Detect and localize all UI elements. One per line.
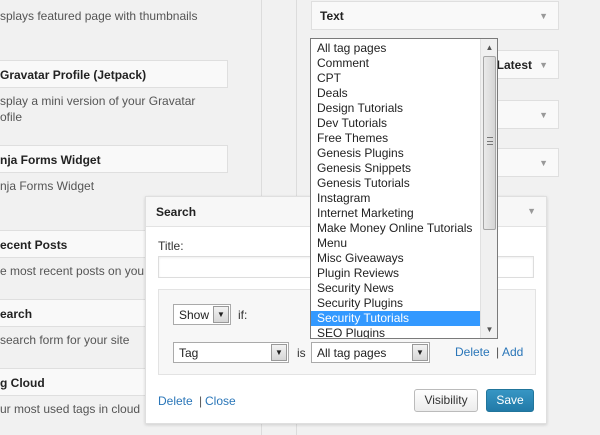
list-option[interactable]: SEO Plugins (311, 326, 481, 338)
widget-ninja-forms[interactable]: nja Forms Widget (0, 145, 228, 173)
list-option[interactable]: Genesis Plugins (311, 146, 481, 161)
show-hide-select[interactable]: Show ▼ (173, 304, 231, 325)
list-option[interactable]: Menu (311, 236, 481, 251)
widget-description: splays featured page with thumbnails (0, 9, 198, 23)
value-select[interactable]: All tag pages ▼ (311, 342, 430, 363)
widget-title: earch (0, 307, 33, 321)
sidebar-widget-text[interactable]: Text ▼ (311, 1, 559, 30)
triangle-down-icon[interactable]: ▼ (412, 344, 428, 361)
listbox-options: All tag pages Comment CPT Deals Design Tutor… (311, 41, 481, 338)
list-option[interactable]: CPT (311, 71, 481, 86)
list-option[interactable]: Free Themes (311, 131, 481, 146)
list-option[interactable]: Instagram (311, 191, 481, 206)
condition-select[interactable]: Tag ▼ (173, 342, 289, 363)
list-option[interactable]: Security Tutorials (311, 311, 481, 326)
visibility-button[interactable]: Visibility (414, 389, 478, 412)
widget-title: Latest (496, 58, 532, 72)
list-option[interactable]: All tag pages (311, 41, 481, 56)
triangle-down-icon[interactable]: ▼ (271, 344, 287, 361)
rule-delete-link[interactable]: Delete (455, 345, 490, 359)
list-option[interactable]: Dev Tutorials (311, 116, 481, 131)
triangle-down-icon[interactable]: ▼ (539, 158, 548, 168)
widget-gravatar-profile[interactable]: Gravatar Profile (Jetpack) (0, 60, 228, 88)
triangle-down-icon[interactable]: ▼ (482, 322, 497, 337)
widget-description: ofile (0, 110, 23, 124)
triangle-down-icon[interactable]: ▼ (527, 206, 536, 216)
triangle-down-icon[interactable]: ▼ (539, 60, 548, 70)
list-option[interactable]: Plugin Reviews (311, 266, 481, 281)
list-option[interactable]: Comment (311, 56, 481, 71)
widget-description: splay a mini version of your Gravatar (0, 94, 196, 108)
list-option[interactable]: Internet Marketing (311, 206, 481, 221)
is-label: is (297, 346, 306, 360)
triangle-up-icon[interactable]: ▲ (482, 40, 497, 55)
widget-title: Text (320, 9, 344, 23)
separator: | (496, 345, 500, 359)
list-option[interactable]: Design Tutorials (311, 101, 481, 116)
listbox-scrollbar[interactable]: ▲ ▼ (480, 39, 497, 338)
list-option[interactable]: Make Money Online Tutorials (311, 221, 481, 236)
list-option[interactable]: Genesis Snippets (311, 161, 481, 176)
if-label: if: (238, 308, 248, 322)
widget-description: nja Forms Widget (0, 179, 95, 193)
scrollbar-thumb[interactable] (483, 56, 496, 230)
list-option[interactable]: Deals (311, 86, 481, 101)
list-option[interactable]: Genesis Tutorials (311, 176, 481, 191)
widget-title: ecent Posts (0, 238, 68, 252)
separator: | (199, 394, 203, 408)
widget-title: nja Forms Widget (0, 153, 101, 167)
widget-title: Search (156, 205, 197, 219)
save-button[interactable]: Save (486, 389, 534, 412)
delete-widget-link[interactable]: Delete (158, 394, 193, 408)
triangle-down-icon[interactable]: ▼ (539, 110, 548, 120)
close-widget-link[interactable]: Close (205, 394, 236, 408)
grip-icon (487, 137, 493, 145)
title-label: Title: (158, 239, 184, 253)
rule-add-link[interactable]: Add (502, 345, 523, 359)
list-option[interactable]: Security News (311, 281, 481, 296)
list-option[interactable]: Misc Giveaways (311, 251, 481, 266)
tag-options-listbox[interactable]: All tag pages Comment CPT Deals Design Tutor… (310, 38, 498, 339)
widget-title: Gravatar Profile (Jetpack) (0, 68, 147, 82)
widget-title: g Cloud (0, 376, 45, 390)
triangle-down-icon[interactable]: ▼ (213, 306, 229, 323)
list-option[interactable]: Security Plugins (311, 296, 481, 311)
triangle-down-icon[interactable]: ▼ (539, 11, 548, 21)
